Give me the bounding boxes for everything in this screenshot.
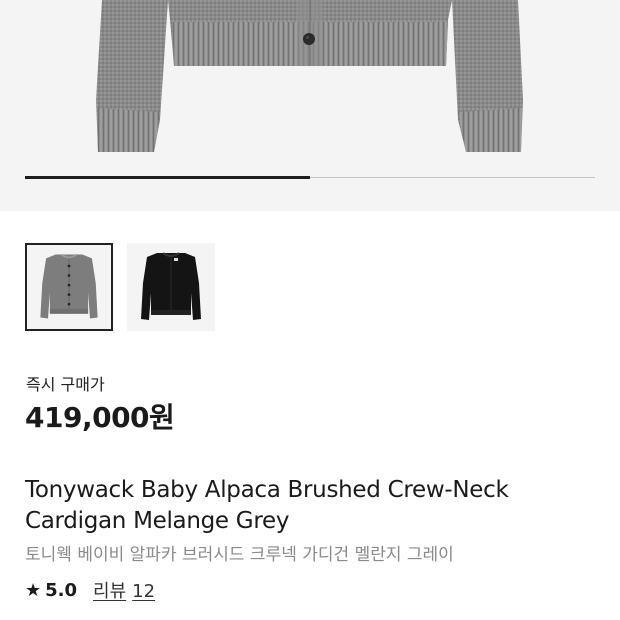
gallery-progress-bar: [25, 176, 595, 179]
instant-buy-price-label: 즉시 구매가: [26, 375, 105, 394]
black-cardigan-thumbnail: [141, 252, 201, 320]
product-title-en: Tonywack Baby Alpaca Brushed Crew-Neck C…: [25, 475, 605, 537]
rating-value: 5.0: [45, 579, 78, 601]
product-image-gallery[interactable]: [0, 0, 620, 211]
gallery-progress-fill: [25, 176, 310, 179]
review-count: 12: [132, 581, 156, 602]
price-value: 419,000원: [25, 401, 175, 434]
product-title-en-line1: Tonywack Baby Alpaca Brushed Crew-Neck: [25, 477, 509, 503]
product-title-ko: 토니웩 베이비 알파카 브러시드 크루넥 가디건 멜란지 그레이: [25, 545, 454, 565]
review-link[interactable]: 리뷰 12: [93, 577, 155, 603]
thumbnail-black[interactable]: [127, 243, 215, 331]
star-icon: ★: [25, 579, 42, 601]
review-label: 리뷰: [93, 581, 127, 602]
rating-row: ★ 5.0 리뷰 12: [25, 577, 155, 603]
grey-cardigan-photo: [96, 0, 523, 152]
thumbnail-grey[interactable]: [25, 243, 113, 331]
product-title-en-line2: Cardigan Melange Grey: [25, 508, 290, 534]
grey-cardigan-thumbnail: [40, 253, 98, 319]
